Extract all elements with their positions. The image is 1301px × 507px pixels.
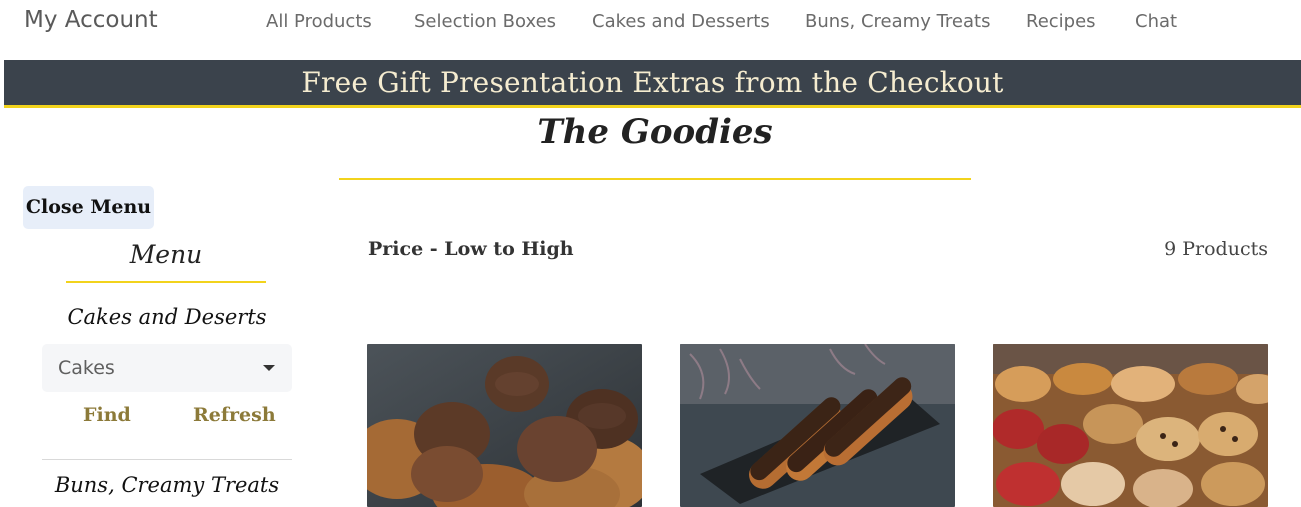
product-card-cookies[interactable] — [367, 344, 642, 507]
category-heading-buns: Buns, Creamy Treats — [54, 473, 280, 497]
caret-down-icon — [263, 365, 275, 371]
cookies-image — [367, 344, 642, 507]
nav-recipes[interactable]: Recipes — [1026, 11, 1096, 32]
product-card-eclairs[interactable] — [680, 344, 955, 507]
find-button[interactable]: Find — [83, 404, 131, 426]
category-select[interactable]: Cakes — [42, 344, 292, 392]
product-card-pastries[interactable] — [993, 344, 1268, 507]
nav-selection-boxes[interactable]: Selection Boxes — [414, 11, 556, 32]
category-heading-cakes: Cakes and Deserts — [67, 305, 267, 329]
promo-banner-text: Free Gift Presentation Extras from the C… — [301, 66, 1004, 99]
eclairs-image — [680, 344, 955, 507]
promo-banner: Free Gift Presentation Extras from the C… — [4, 60, 1301, 108]
nav-buns-creamy-treats[interactable]: Buns, Creamy Treats — [805, 11, 990, 32]
my-account-link[interactable]: My Account — [24, 7, 158, 33]
sidebar-divider — [42, 459, 292, 460]
top-navigation: My Account All Products Selection Boxes … — [0, 0, 1301, 44]
close-menu-button[interactable]: Close Menu — [23, 186, 154, 229]
page-title: The Goodies — [537, 112, 773, 152]
menu-divider — [66, 281, 266, 283]
category-select-value: Cakes — [58, 357, 115, 379]
title-divider — [339, 178, 971, 180]
refresh-button[interactable]: Refresh — [193, 404, 276, 426]
menu-heading: Menu — [129, 240, 203, 269]
nav-cakes-and-desserts[interactable]: Cakes and Desserts — [592, 11, 770, 32]
product-count: 9 Products — [1164, 238, 1268, 260]
sort-dropdown[interactable]: Price - Low to High — [368, 238, 574, 260]
pastries-image — [993, 344, 1268, 507]
nav-all-products[interactable]: All Products — [266, 11, 372, 32]
nav-chat[interactable]: Chat — [1135, 11, 1177, 32]
